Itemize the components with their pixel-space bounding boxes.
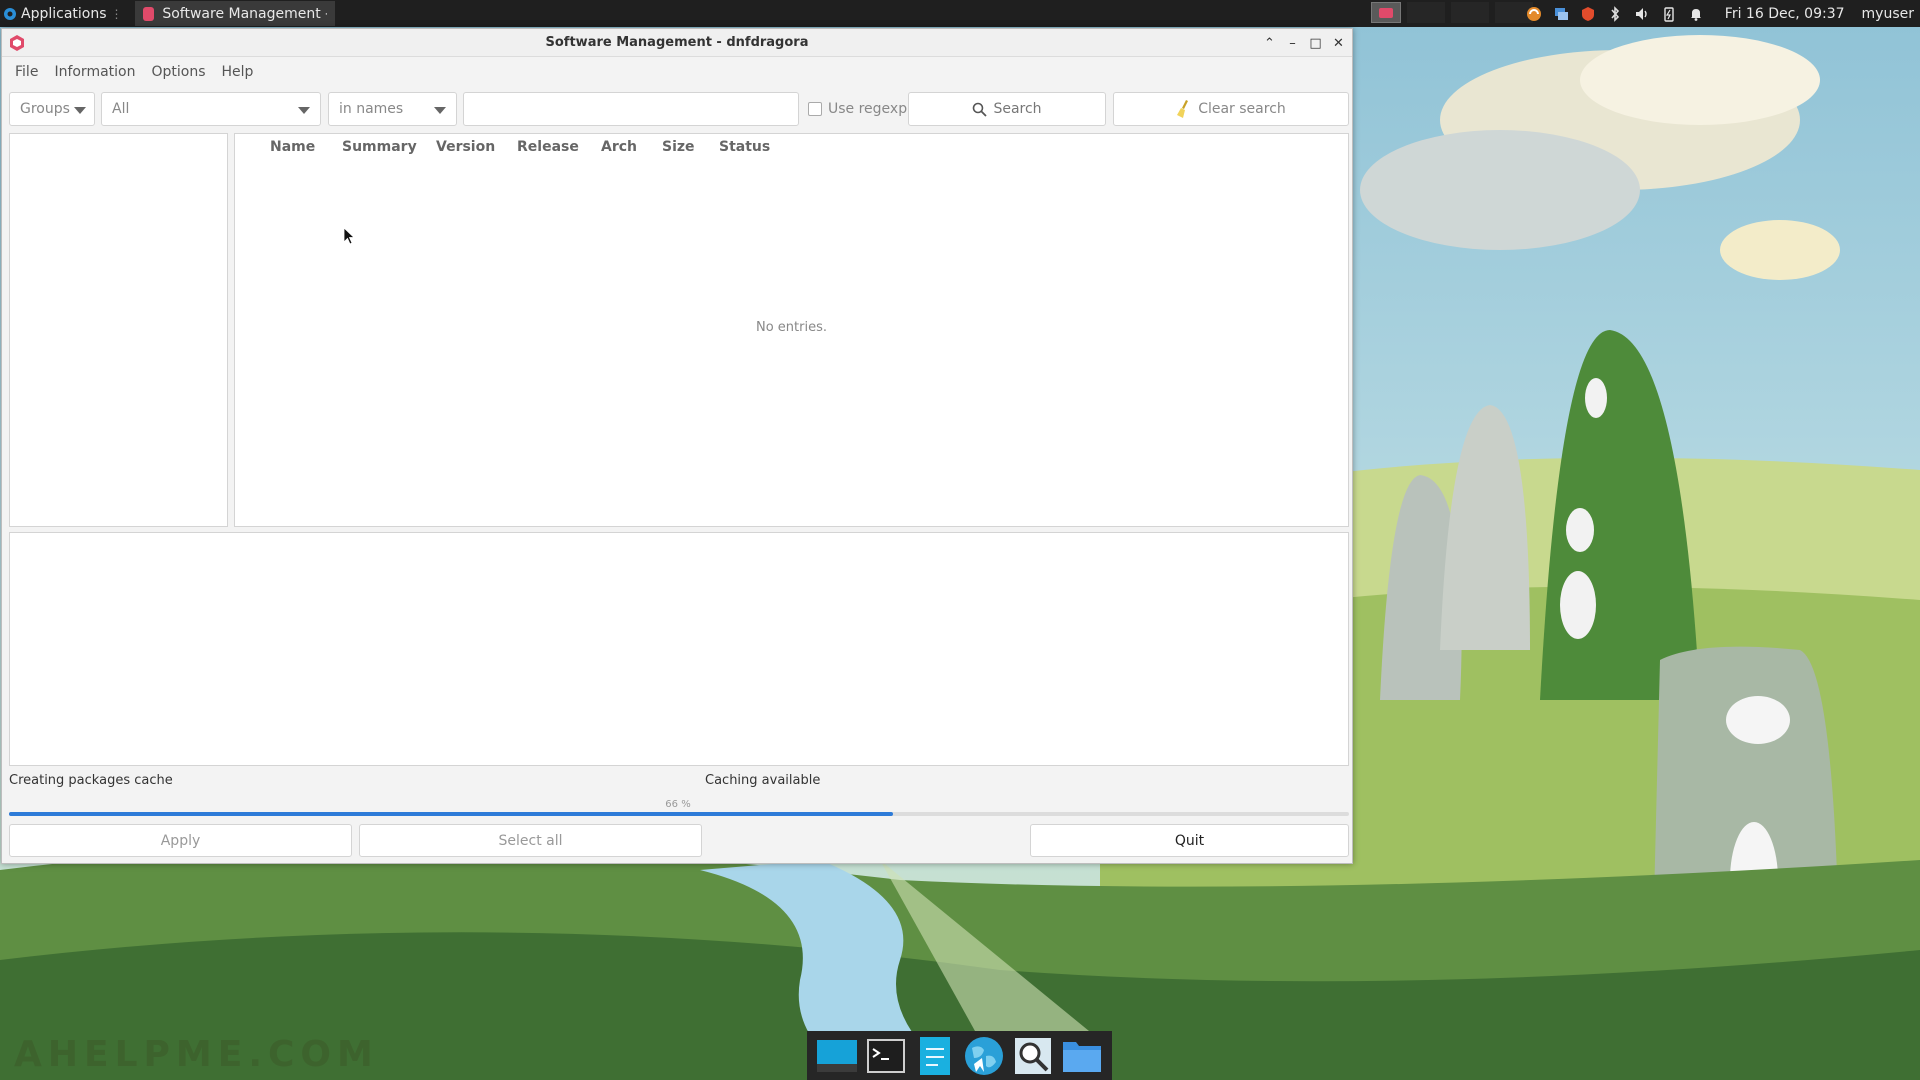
clock[interactable]: Fri 16 Dec, 09:37 [1725, 6, 1845, 22]
chevron-down-icon [74, 107, 86, 114]
user-menu[interactable]: myuser [1862, 6, 1914, 22]
menu-file[interactable]: File [15, 64, 38, 80]
clear-search-button[interactable]: Clear search [1113, 92, 1349, 126]
cache-status-message: Caching available [705, 773, 821, 788]
package-filter-value: All [112, 101, 130, 117]
text-editor-icon [920, 1036, 951, 1075]
column-arch[interactable]: Arch [601, 139, 637, 155]
empty-table-message: No entries. [755, 320, 827, 335]
folder-icon [1062, 1041, 1101, 1072]
chevron-down-icon [434, 107, 446, 114]
taskbar-window-button[interactable]: Software Management - d... [134, 1, 335, 26]
use-regexp-label: Use regexp [828, 101, 908, 117]
shade-chevron-up-icon[interactable]: ⌃ [1262, 36, 1277, 51]
menu-help[interactable]: Help [222, 64, 254, 80]
groups-tree-pane[interactable] [9, 133, 228, 527]
xfce-logo-icon [4, 7, 16, 20]
table-header: Name Summary Version Release Arch Size S… [235, 134, 1348, 160]
web-browser-globe-icon [964, 1036, 1003, 1075]
column-summary[interactable]: Summary [342, 139, 417, 155]
dock-file-manager[interactable] [1062, 1036, 1102, 1076]
workspace-switcher-1[interactable] [1371, 2, 1401, 23]
mouse-pointer-icon [343, 227, 355, 245]
bluetooth-icon[interactable] [1607, 5, 1623, 22]
system-tray: Fri 16 Dec, 09:37 myuser [1526, 0, 1920, 27]
dock-show-desktop[interactable] [817, 1036, 858, 1076]
menu-information[interactable]: Information [54, 64, 135, 80]
column-size[interactable]: Size [662, 139, 695, 155]
chevron-down-icon [298, 107, 310, 114]
window-title: Software Management - dnfdragora [545, 35, 809, 50]
column-version[interactable]: Version [436, 139, 495, 155]
volume-icon[interactable] [1634, 6, 1650, 22]
dock-terminal[interactable] [866, 1036, 906, 1076]
dnfdragora-app-icon [10, 35, 24, 51]
maximize-icon[interactable]: □ [1308, 36, 1323, 51]
select-all-button[interactable]: Select all [359, 824, 702, 857]
apply-button[interactable]: Apply [9, 824, 352, 857]
dock-web-browser[interactable] [964, 1036, 1004, 1076]
taskbar-window-title: Software Management - d... [162, 5, 326, 22]
network-icon[interactable] [1553, 6, 1569, 22]
window-controls: ⌃ – □ ✕ [1262, 29, 1346, 57]
dnfdragora-icon [142, 6, 155, 21]
packages-table[interactable]: Name Summary Version Release Arch Size S… [234, 133, 1349, 527]
column-status[interactable]: Status [719, 139, 770, 155]
search-scope-dropdown[interactable]: in names [328, 92, 457, 126]
clear-search-label: Clear search [1198, 101, 1286, 117]
use-regexp-checkbox[interactable]: Use regexp [808, 92, 907, 126]
top-panel: Applications ⋮ Software Management - d..… [0, 0, 1920, 27]
watermark-text: AHELPME.COM [14, 1034, 379, 1075]
desktop-icon [817, 1039, 858, 1072]
menubar: File Information Options Help [2, 57, 1352, 86]
quit-button[interactable]: Quit [1030, 824, 1349, 857]
search-icon [973, 102, 988, 117]
package-info-pane[interactable] [9, 532, 1349, 766]
progress-bar-fill [9, 812, 894, 816]
search-scope-value: in names [339, 101, 404, 117]
dnfdragora-window: Software Management - dnfdragora ⌃ – □ ✕… [1, 28, 1353, 864]
workspace-switcher-2[interactable] [1407, 2, 1445, 23]
search-input[interactable] [463, 92, 799, 126]
applications-label: Applications [21, 5, 107, 22]
progress-bar [9, 812, 1349, 816]
window-titlebar[interactable]: Software Management - dnfdragora ⌃ – □ ✕ [2, 29, 1352, 57]
security-shield-icon[interactable] [1580, 6, 1596, 22]
notifications-bell-icon[interactable] [1688, 6, 1704, 22]
column-release[interactable]: Release [517, 139, 579, 155]
workspace-switcher-3[interactable] [1451, 2, 1489, 23]
groups-dropdown[interactable]: Groups [9, 92, 95, 126]
menu-separator-icon: ⋮ [110, 6, 123, 21]
column-name[interactable]: Name [270, 139, 315, 155]
power-battery-icon[interactable] [1661, 6, 1677, 22]
search-toolbar: Groups All in names Use regexp Search Cl… [9, 92, 1349, 127]
close-icon[interactable]: ✕ [1331, 36, 1346, 51]
magnifier-search-icon [1014, 1037, 1051, 1074]
menu-options[interactable]: Options [151, 64, 205, 80]
terminal-icon [867, 1038, 906, 1073]
update-notifier-icon[interactable] [1526, 6, 1542, 22]
window-thumbnail-icon [1379, 7, 1393, 18]
groups-dropdown-label: Groups [20, 101, 70, 117]
dock-app-finder[interactable] [1013, 1036, 1053, 1076]
package-filter-dropdown[interactable]: All [101, 92, 321, 126]
status-message: Creating packages cache [9, 773, 173, 788]
dock-text-editor[interactable] [915, 1036, 955, 1076]
dock [807, 1031, 1112, 1080]
search-button-label: Search [993, 101, 1042, 117]
broom-clear-icon [1177, 100, 1189, 118]
applications-menu[interactable]: Applications ⋮ [0, 0, 129, 27]
checkbox-box[interactable] [808, 102, 822, 116]
search-button[interactable]: Search [908, 92, 1106, 126]
minimize-icon[interactable]: – [1285, 36, 1300, 51]
progress-percent-label: 66 % [665, 799, 691, 810]
